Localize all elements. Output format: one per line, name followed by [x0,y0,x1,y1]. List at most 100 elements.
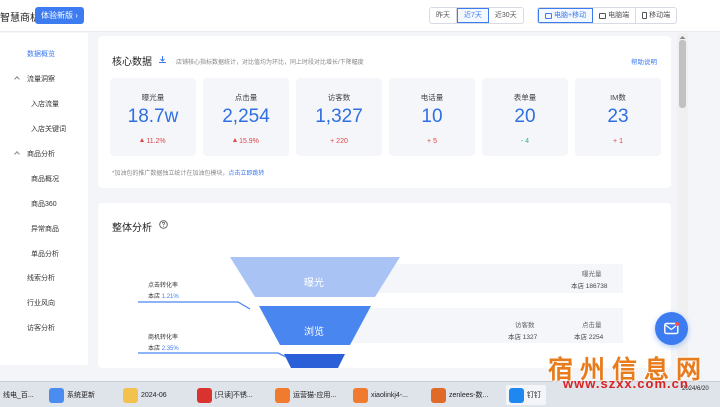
sidebar: 数据概览 流量洞察 入店流量 入店关键词 商品分析 商品概况 商品360 异常商… [0,33,88,365]
scroll-up-icon[interactable] [679,35,686,40]
sidebar-group-products[interactable]: 商品分析 [14,149,55,159]
metric-label: IM数 [610,93,626,102]
sidebar-group-products-label: 商品分析 [27,151,55,158]
date-option-30days[interactable]: 近30天 [489,8,523,23]
download-icon[interactable] [158,55,167,64]
date-option-yesterday[interactable]: 昨天 [430,8,457,23]
taskbar-item-5[interactable]: xiaolinkj4-... [350,385,424,405]
overall-analysis-card: 整体分析 曝光 浏览 曝光量 本店 186738 访客数 本店 1327 点击量… [98,203,671,368]
app-name: 智慧商机 [0,13,40,24]
sidebar-item-product-overview[interactable]: 商品概况 [31,174,59,184]
date-range-selector: 昨天 近7天 近30天 [429,7,524,24]
monitor-phone-icon [545,12,552,19]
mail-icon [664,322,679,335]
lead-conversion-prefix: 本店 [148,346,161,352]
funnel-stage-browse-label: 浏览 [304,327,324,338]
sidebar-item-abnormal-products[interactable]: 异常商品 [31,224,59,234]
taskbar-item-1-label: 系统更新 [67,392,95,399]
metric-label: 曝光量 [141,93,165,102]
platform-option-all-label: 电脑+移动 [554,12,587,19]
try-new-version-button[interactable]: 体验新版 › [35,7,84,24]
sidebar-item-industry-trend[interactable]: 行业风向 [27,298,55,308]
sidebar-item-leads[interactable]: 线索分析 [27,273,55,283]
sidebar-item-store-keywords[interactable]: 入店关键词 [31,124,66,134]
metric-delta: + 220 [330,138,348,145]
taskbar-item-4[interactable]: 运营猫-应用... [272,385,346,405]
core-data-hint: 店铺核心指标数据统计，对比值均为环比，同上时段对比增长/下降幅度 [176,60,364,66]
app-icon [431,387,446,403]
metric-delta: 15.9% [239,138,259,145]
metric-value: 23 [607,106,629,127]
taskbar-item-2[interactable]: 2024-06 [120,385,190,405]
date-option-7days[interactable]: 近7天 [457,8,489,23]
top-bar: 智慧商机 体验新版 › 昨天 近7天 近30天 电脑+移动 电脑端 移动端 [0,0,720,32]
wps-icon [197,387,212,403]
metric-card-exposure[interactable]: 曝光量 18.7w 11.2% [110,78,196,156]
metric-card-im[interactable]: IM数 23 + 1 [575,78,661,156]
taskbar-item-0[interactable]: 线电_百... [0,385,44,405]
click-conversion-prefix: 本店 [148,294,161,300]
visitor-stat-label: 访客数 [515,322,535,329]
help-link[interactable]: 帮助说明 [631,56,657,66]
metric-card-forms[interactable]: 表单量 20 - 4 [482,78,568,156]
sidebar-item-single-product[interactable]: 单品分析 [31,249,59,259]
question-icon[interactable] [159,220,168,229]
metric-delta: 11.2% [146,138,166,145]
arrow-up-icon [140,138,145,142]
platform-option-mobile-label: 移动端 [649,12,671,19]
dingtalk-icon [509,387,524,403]
metric-value: 20 [514,106,536,127]
metric-value: 10 [421,106,443,127]
platform-option-mobile[interactable]: 移动端 [636,8,676,23]
taskbar-item-3[interactable]: [只读]不锈... [194,385,268,405]
taskbar-item-0-label: 线电_百... [3,392,34,399]
taskbar-item-4-label: 运营猫-应用... [293,392,337,399]
metric-card-visitors[interactable]: 访客数 1,327 + 220 [296,78,382,156]
window-icon [49,387,64,403]
lead-conversion-label: 商机转化率 [148,335,179,341]
click-conversion-value: 1.21% [161,294,179,300]
click-stat-value: 本店 2254 [574,334,604,341]
monitor-icon [599,12,607,19]
sidebar-group-traffic[interactable]: 流量洞察 [14,74,55,84]
metric-value: 2,254 [222,106,270,127]
scrollbar-thumb[interactable] [679,40,686,108]
metric-value: 18.7w [127,106,179,127]
metric-label: 表单量 [513,93,537,102]
sidebar-item-overview[interactable]: 数据概览 [27,49,55,59]
app-icon [275,387,290,403]
watermark-url: www.szxx.com.cn [563,376,689,391]
core-data-card: 核心数据 店铺核心指标数据统计，对比值均为环比，同上时段对比增长/下降幅度 帮助… [98,36,671,188]
addon-note-text: *加油包的推广数据独立统计在加油包模块， [112,171,229,177]
folder-icon [123,387,138,403]
core-data-title: 核心数据 [112,57,152,68]
sidebar-item-store-traffic[interactable]: 入店流量 [31,99,59,109]
click-conversion-rate: 点击转化率 本店 1.21% [148,281,179,303]
arrow-up-icon [233,138,238,142]
taskbar-item-5-label: xiaolinkj4-... [371,391,408,399]
platform-option-pc[interactable]: 电脑端 [593,8,637,23]
taskbar-item-1[interactable]: 系统更新 [46,385,116,405]
exposure-stat-value: 本店 186738 [571,283,608,290]
funnel-stage-exposure-label: 曝光 [304,278,324,289]
taskbar-item-6[interactable]: zenlees-数... [428,385,502,405]
sidebar-item-product-360[interactable]: 商品360 [31,199,57,209]
phone-icon [642,12,648,19]
try-new-version-label: 体验新版 [41,11,73,20]
metric-value: 1,327 [315,106,363,127]
visitor-stat-value: 本店 1327 [508,334,538,341]
taskbar-item-2-label: 2024-06 [141,391,167,399]
taskbar-item-7[interactable]: 钉钉 [506,385,546,405]
sidebar-group-traffic-label: 流量洞察 [27,76,55,83]
sidebar-item-visitors[interactable]: 访客分析 [27,323,55,333]
chevron-up-icon [14,151,20,157]
chat-button[interactable] [655,312,688,345]
addon-jump-link[interactable]: 点击立即跳转 [228,171,264,177]
metric-card-calls[interactable]: 电话量 10 + 5 [389,78,475,156]
metric-delta: - 4 [520,138,530,145]
lead-conversion-rate: 商机转化率 本店 2.35% [148,333,179,355]
metric-card-clicks[interactable]: 点击量 2,254 15.9% [203,78,289,156]
app-icon [353,387,368,403]
platform-option-all[interactable]: 电脑+移动 [538,8,594,23]
platform-option-pc-label: 电脑端 [608,12,630,19]
